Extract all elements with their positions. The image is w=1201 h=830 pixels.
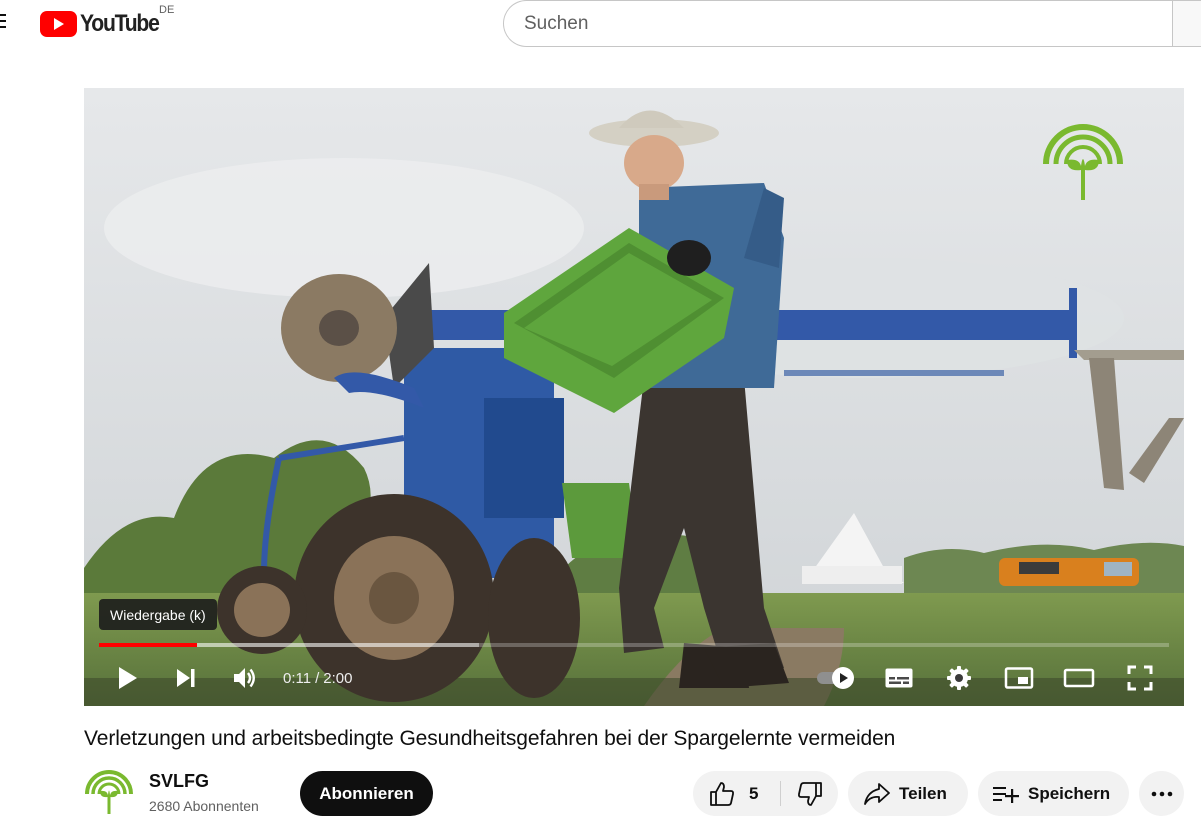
theater-mode-button[interactable] — [1059, 658, 1099, 698]
next-button[interactable] — [166, 658, 206, 698]
gear-icon — [947, 666, 971, 690]
volume-button[interactable] — [225, 658, 265, 698]
share-button[interactable]: Teilen — [848, 771, 968, 816]
play-button[interactable] — [108, 658, 148, 698]
like-dislike-group: 5 — [693, 771, 838, 816]
like-button[interactable]: 5 — [693, 771, 780, 816]
logo-text: YouTube — [80, 10, 160, 37]
miniplayer-icon — [1004, 667, 1034, 689]
thumbs-down-icon — [797, 781, 822, 806]
like-count: 5 — [749, 783, 759, 803]
volume-icon — [234, 668, 255, 688]
youtube-play-icon — [40, 11, 77, 37]
youtube-watch-page: YouTube DE Suchen Wiedergabe (k) 0:11 / … — [0, 0, 1201, 830]
progress-bar[interactable] — [99, 643, 1169, 647]
current-time: 0:11 — [283, 669, 312, 687]
dislike-button[interactable] — [781, 771, 838, 816]
player-controls: 0:11/2:00 — [84, 658, 1184, 698]
play-icon — [119, 667, 137, 689]
svlfg-logo-icon — [84, 767, 134, 817]
video-player[interactable]: nne — [84, 88, 1184, 706]
miniplayer-button[interactable] — [999, 658, 1039, 698]
fullscreen-icon — [1127, 665, 1153, 691]
channel-avatar[interactable] — [84, 767, 134, 817]
playlist-add-icon — [993, 786, 1019, 803]
settings-button[interactable] — [939, 658, 979, 698]
duration: 2:00 — [323, 669, 353, 687]
subscribe-button[interactable]: Abonnieren — [300, 771, 433, 816]
next-icon — [177, 669, 195, 687]
video-title: Verletzungen und arbeitsbedingte Gesundh… — [84, 727, 896, 750]
play-tooltip: Wiedergabe (k) — [99, 599, 217, 630]
share-icon — [864, 782, 890, 805]
progress-played — [99, 643, 198, 647]
channel-name[interactable]: SVLFG — [149, 771, 209, 792]
search-input[interactable] — [524, 12, 1173, 35]
youtube-logo[interactable]: YouTube — [40, 10, 169, 38]
video-frame: nne — [84, 88, 1184, 706]
share-label: Teilen — [899, 783, 947, 803]
save-label: Speichern — [1028, 783, 1111, 803]
more-horizontal-icon — [1151, 791, 1172, 796]
theater-icon — [1063, 668, 1095, 688]
menu-icon[interactable] — [0, 13, 8, 29]
thumbs-up-icon — [710, 781, 734, 806]
country-code: DE — [159, 4, 175, 16]
fullscreen-button[interactable] — [1120, 658, 1160, 698]
search-button[interactable] — [1172, 0, 1201, 47]
time-separator: / — [315, 669, 320, 687]
subtitles-button[interactable] — [879, 658, 919, 698]
subscriber-count: 2680 Abonnenten — [149, 798, 259, 814]
save-button[interactable]: Speichern — [978, 771, 1129, 816]
subtitles-icon — [885, 668, 913, 688]
time-display: 0:11/2:00 — [283, 658, 352, 698]
more-actions-button[interactable] — [1139, 771, 1184, 816]
search-box — [503, 0, 1173, 47]
autoplay-toggle[interactable] — [811, 658, 861, 698]
autoplay-icon — [817, 667, 854, 689]
